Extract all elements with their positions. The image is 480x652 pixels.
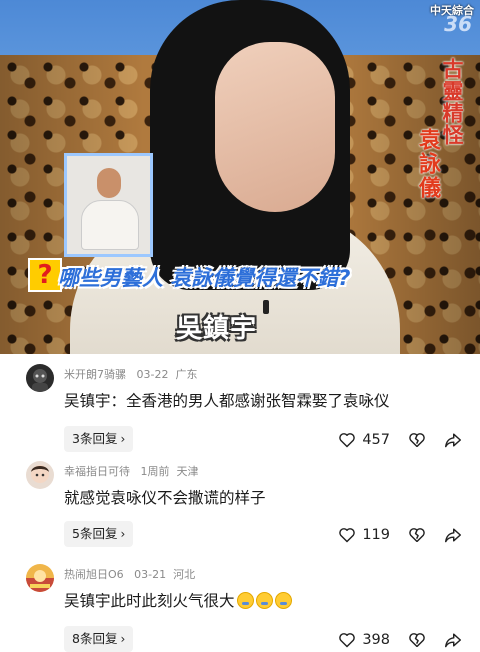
chevron-right-icon: › <box>120 432 126 446</box>
comment-location: 广东 <box>175 368 198 381</box>
guest-name-vertical: 袁詠儀 <box>415 128 440 200</box>
comment-date: 03-21 <box>134 568 167 581</box>
comment-date: 03-22 <box>136 368 169 381</box>
share-arrow-icon <box>444 528 461 543</box>
comment-text: 就感觉袁咏仪不会撒谎的样子 <box>64 489 266 507</box>
view-replies-button[interactable]: 3条回复 › <box>64 426 134 452</box>
dislike-button[interactable] <box>408 432 426 448</box>
like-count: 398 <box>362 632 390 648</box>
user-avatar[interactable] <box>26 461 54 489</box>
dark-cartoon-avatar-icon <box>26 364 54 392</box>
comment-location: 天津 <box>176 465 199 478</box>
heart-outline-icon <box>339 433 356 448</box>
comment-list[interactable]: 米开朗7骑骡 03-22 广东 吴镇宇：全香港的男人都感谢张智霖娶了袁咏仪 3条… <box>0 354 480 652</box>
chevron-right-icon: › <box>120 632 126 646</box>
comment-text: 吴镇宇：全香港的男人都感谢张智霖娶了袁咏仪 <box>64 392 390 410</box>
inset-photo <box>64 153 153 257</box>
user-avatar[interactable] <box>26 564 54 592</box>
question-subtitle: 哪些男藝人 袁詠儀覺得還不錯? <box>58 266 351 290</box>
broken-heart-icon <box>409 433 425 448</box>
lapel-mic <box>263 300 269 314</box>
share-button[interactable] <box>444 432 462 448</box>
share-button[interactable] <box>444 527 462 543</box>
comment-text: 吴镇宇此时此刻火气很大 <box>64 589 292 611</box>
like-button[interactable]: 398 <box>338 632 390 648</box>
like-count: 119 <box>362 527 390 543</box>
heart-outline-icon <box>339 633 356 648</box>
show-title-vertical: 古靈精怪 <box>440 58 464 146</box>
view-replies-button[interactable]: 5条回复 › <box>64 521 134 547</box>
comment-meta: 米开朗7骑骡 03-22 广东 <box>64 366 197 382</box>
guest-face <box>215 42 335 212</box>
child-photo-avatar-icon <box>26 461 54 489</box>
dislike-button[interactable] <box>408 527 426 543</box>
comment-actions: 119 <box>320 524 462 546</box>
crying-laughing-emoji-icon <box>274 592 292 609</box>
name-caption: 吳鎮宇 <box>176 314 258 344</box>
chevron-right-icon: › <box>120 527 126 541</box>
comment-actions: 457 <box>320 429 462 451</box>
channel-number: 36 <box>444 12 472 36</box>
comment-location: 河北 <box>173 568 196 581</box>
username[interactable]: 热闹旭日O6 <box>64 568 124 581</box>
like-count: 457 <box>362 432 390 448</box>
comment-date: 1周前 <box>140 465 170 478</box>
crying-laughing-emoji-icon <box>255 592 273 609</box>
username[interactable]: 米开朗7骑骡 <box>64 368 126 381</box>
user-avatar[interactable] <box>26 364 54 392</box>
like-button[interactable]: 457 <box>338 432 390 448</box>
replies-count: 5条回复 <box>72 526 118 541</box>
dislike-button[interactable] <box>408 632 426 648</box>
heart-outline-icon <box>339 528 356 543</box>
share-arrow-icon <box>444 633 461 648</box>
video-frame[interactable]: 中天綜合 36 古靈精怪 袁詠儀 ? 哪些男藝人 袁詠儀覺得還不錯? 吳鎮宇 <box>0 0 480 354</box>
colorful-avatar-icon <box>26 564 54 592</box>
comment-actions: 398 <box>320 629 462 651</box>
comment-text-body: 吴镇宇此时此刻火气很大 <box>64 592 235 610</box>
share-arrow-icon <box>444 433 461 448</box>
broken-heart-icon <box>409 528 425 543</box>
replies-count: 8条回复 <box>72 631 118 646</box>
like-button[interactable]: 119 <box>338 527 390 543</box>
comment-meta: 热闹旭日O6 03-21 河北 <box>64 566 195 582</box>
question-mark-badge: ? <box>28 258 62 292</box>
share-button[interactable] <box>444 632 462 648</box>
replies-count: 3条回复 <box>72 431 118 446</box>
broken-heart-icon <box>409 633 425 648</box>
comment-meta: 幸福指日可待 1周前 天津 <box>64 463 199 479</box>
view-replies-button[interactable]: 8条回复 › <box>64 626 134 652</box>
crying-laughing-emoji-icon <box>236 592 254 609</box>
username[interactable]: 幸福指日可待 <box>64 465 130 478</box>
